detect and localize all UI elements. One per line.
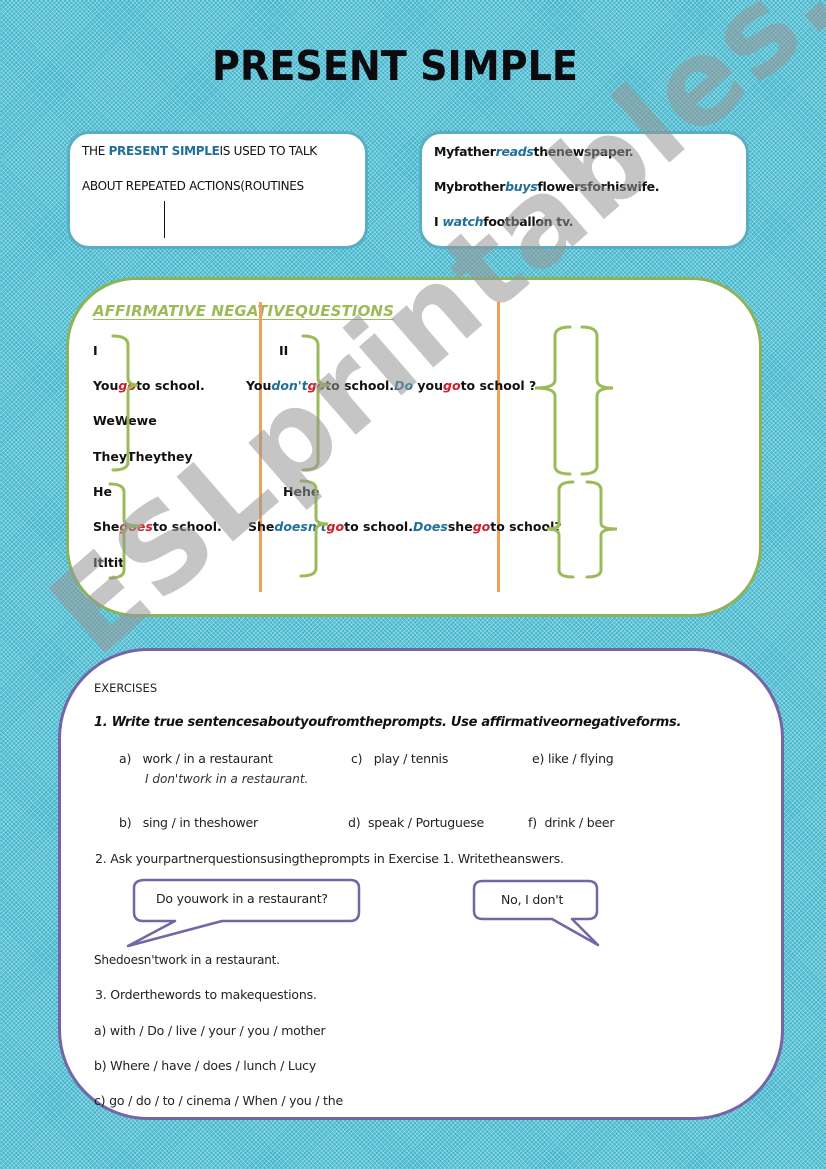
- pronoun: Itltit: [93, 555, 125, 570]
- column-divider: [497, 302, 500, 592]
- exercise-3-item: a) with / Do / live / your / you / mothe…: [94, 1023, 326, 1038]
- sentence-rest: to school.: [152, 519, 222, 534]
- item-label: e): [532, 751, 545, 766]
- example-text: thenewspaper.: [533, 144, 634, 159]
- auxiliary: doesn't: [274, 519, 327, 534]
- grammar-heading: AFFIRMATIVE NEGATIVEQUESTIONS: [93, 302, 394, 320]
- exercise-3-item: c) go / do / to / cinema / When / you / …: [94, 1093, 343, 1108]
- example-sentence: I watchfootballon tv.: [434, 214, 574, 229]
- text-cursor: [164, 201, 165, 238]
- definition-highlight: PRESENT SIMPLE: [108, 144, 220, 158]
- verb: goes: [119, 519, 153, 534]
- definition-line-2: ABOUT REPEATED ACTIONS(ROUTINES: [82, 179, 304, 193]
- grammar-box: [66, 277, 762, 617]
- exercises-header: EXERCISES: [94, 681, 158, 695]
- question-verb: go: [443, 378, 461, 393]
- example-sentence: Mybrotherbuysflowersforhiswife.: [434, 179, 660, 194]
- question-subject: she: [447, 519, 473, 534]
- subject: You: [93, 378, 119, 393]
- item-prompt: like / flying: [547, 751, 614, 766]
- example-sentence: Myfatherreadsthenewspaper.: [434, 144, 634, 159]
- bubble-question-text: Do youwork in a restaurant?: [156, 891, 328, 906]
- example-text: Myfather: [434, 144, 496, 159]
- question-subject: you: [413, 378, 444, 393]
- example-answer: I don'twork in a restaurant.: [145, 772, 309, 786]
- subject: She: [248, 519, 275, 534]
- pronoun: WeWewe: [93, 413, 157, 428]
- negative-pronoun: Hehe: [283, 484, 320, 499]
- exercise-1-item: f) drink / beer: [528, 815, 615, 830]
- column-divider: [259, 302, 262, 592]
- sentence-rest: to school.: [135, 378, 205, 393]
- item-prompt: speak / Portuguese: [367, 815, 485, 830]
- exercise-1-item: d) speak / Portuguese: [348, 815, 484, 830]
- question-rest: to school?: [490, 519, 562, 534]
- exercise-1-item: b) sing / in theshower: [119, 815, 258, 830]
- exercise-1-instruction: 1. Write true sentencesaboutyoufromthepr…: [94, 715, 682, 730]
- auxiliary: don't: [271, 378, 308, 393]
- exercise-1-item: a) work / in a restaurant: [119, 751, 273, 766]
- item-label: a): [119, 751, 132, 766]
- exercise-3-instruction: 3. Orderthewords to makequestions.: [95, 987, 317, 1002]
- affirmative-sentence: Shegoesto school.: [93, 519, 222, 534]
- exercise-2-instruction: 2. Ask yourpartnerquestionsusingthepromp…: [95, 851, 564, 866]
- item-prompt: play / tennis: [373, 751, 449, 766]
- sentence-rest: to school.: [325, 378, 395, 393]
- exercise-2-example: Shedoesn'twork in a restaurant.: [94, 953, 280, 967]
- question-auxiliary: Does: [412, 519, 448, 534]
- example-text: flowersforhiswife.: [537, 179, 660, 194]
- subject: You: [246, 378, 272, 393]
- negative-sentence: Shedoesn'tgoto school.Doesshegoto school…: [248, 519, 562, 534]
- item-label: c): [351, 751, 363, 766]
- definition-rest: IS USED TO TALK: [219, 144, 318, 158]
- pronoun: I: [93, 343, 98, 358]
- pronoun: TheyTheythey: [93, 449, 193, 464]
- verb: go: [118, 378, 136, 393]
- page-title: PRESENT SIMPLE: [212, 42, 578, 90]
- pronoun: He: [93, 484, 112, 499]
- sentence-rest: to school.: [344, 519, 413, 534]
- exercise-1-item: c) play / tennis: [351, 751, 448, 766]
- definition-line-1: THE PRESENT SIMPLEIS USED TO TALK: [82, 144, 317, 158]
- verb: go: [307, 378, 326, 393]
- question-verb: go: [472, 519, 491, 534]
- verb: go: [326, 519, 345, 534]
- item-label: f): [528, 815, 537, 830]
- item-prompt: drink / beer: [544, 815, 615, 830]
- example-verb: reads: [495, 144, 534, 159]
- question-auxiliary: Do: [394, 378, 414, 393]
- negative-sentence: Youdon'tgoto school.Do yougoto school ?: [246, 378, 536, 393]
- item-label: d): [348, 815, 361, 830]
- item-prompt: work / in a restaurant: [142, 751, 273, 766]
- item-label: b): [119, 815, 132, 830]
- bubble-answer-text: No, I don't: [501, 892, 564, 907]
- example-verb: watch: [442, 214, 484, 229]
- exercise-3-item: b) Where / have / does / lunch / Lucy: [94, 1058, 317, 1073]
- item-prompt: sing / in theshower: [142, 815, 258, 830]
- example-verb: buys: [505, 179, 538, 194]
- example-text: footballon tv.: [483, 214, 574, 229]
- negative-pronoun: II: [279, 343, 289, 358]
- example-text: Mybrother: [434, 179, 506, 194]
- exercise-1-item: e) like / flying: [532, 751, 614, 766]
- definition-prefix: THE: [82, 144, 109, 158]
- subject: She: [93, 519, 120, 534]
- question-rest: to school ?: [460, 378, 537, 393]
- affirmative-sentence: Yougoto school.: [93, 378, 205, 393]
